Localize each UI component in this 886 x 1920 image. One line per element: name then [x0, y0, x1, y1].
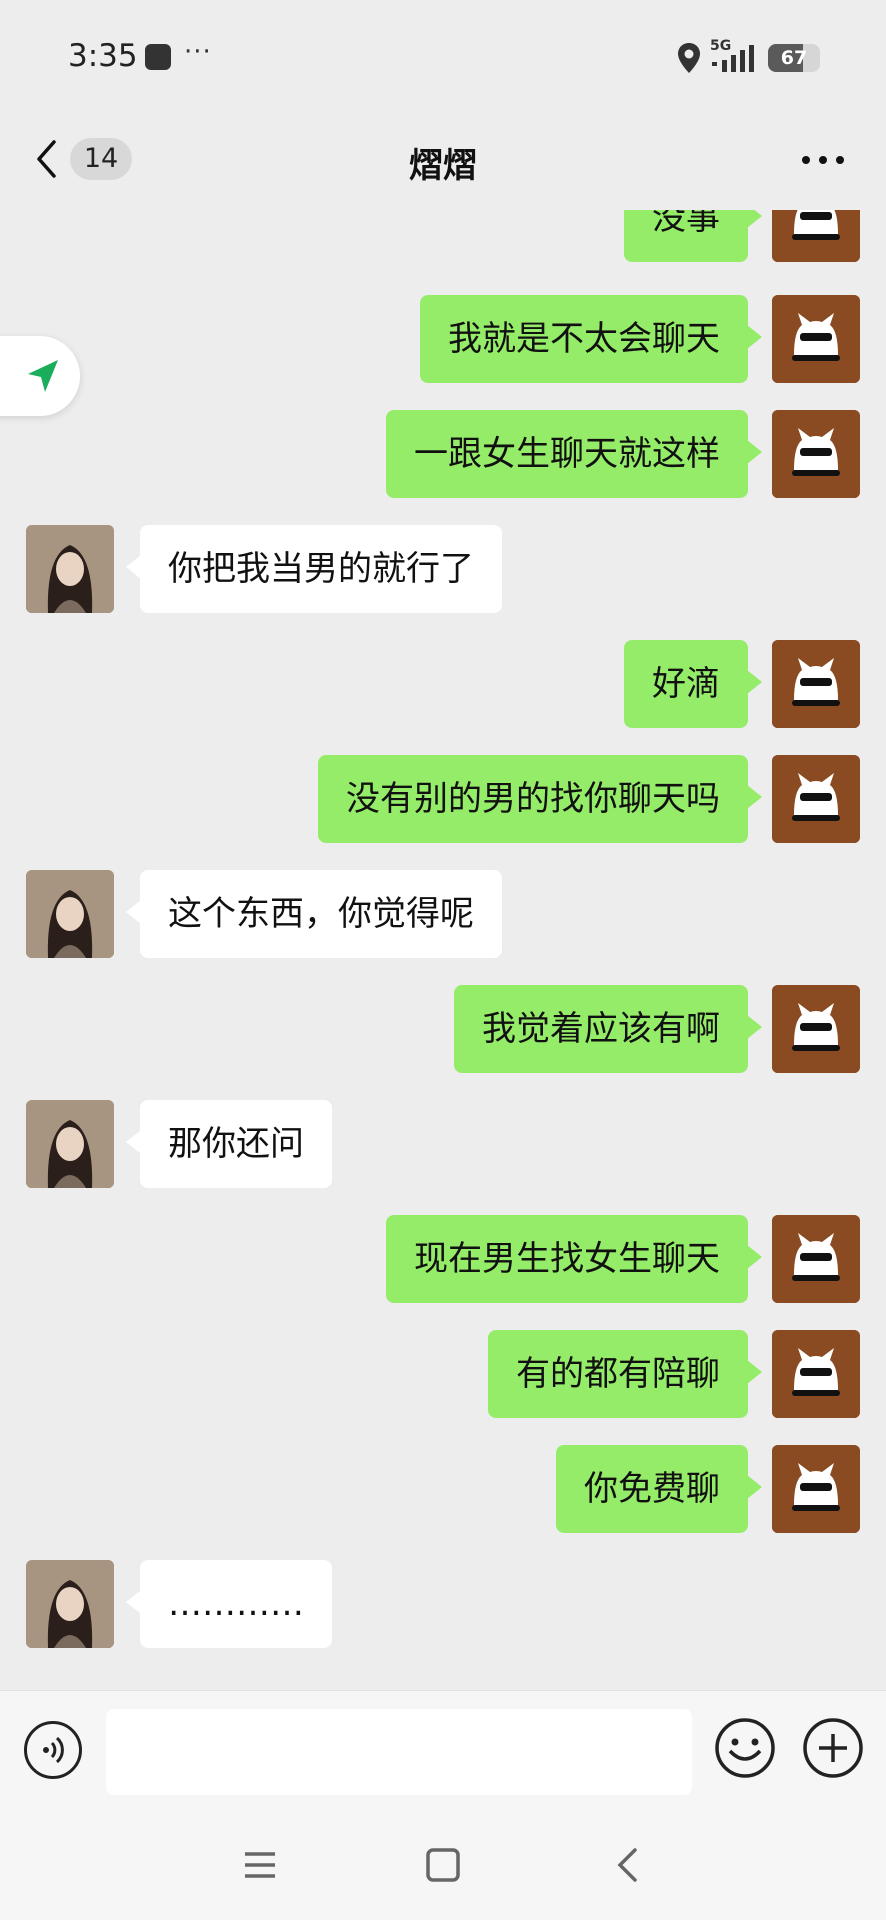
avatar[interactable] — [26, 1560, 114, 1648]
message-bubble[interactable]: 你免费聊 — [556, 1445, 762, 1533]
chat-title: 熠熠 — [409, 146, 477, 186]
signal-icon — [712, 45, 754, 72]
avatar[interactable] — [26, 525, 114, 613]
avatar[interactable] — [772, 1445, 860, 1533]
avatar[interactable] — [772, 640, 860, 728]
message-row-sent: 没有别的男的找你聊天吗 — [0, 755, 886, 843]
message-row-sent: 你免费聊 — [0, 1445, 886, 1533]
message-row-received: ………… — [0, 1560, 886, 1648]
message-bubble[interactable]: 有的都有陪聊 — [488, 1330, 762, 1418]
home-nav-button[interactable] — [418, 1840, 468, 1890]
back-nav-button[interactable] — [603, 1840, 653, 1890]
avatar[interactable] — [772, 985, 860, 1073]
message-row-received: 你把我当男的就行了 — [0, 525, 886, 613]
status-time: 3:35 — [68, 38, 138, 74]
avatar[interactable] — [772, 755, 860, 843]
message-row-sent: 一跟女生聊天就这样 — [0, 410, 886, 498]
message-bubble[interactable]: ………… — [126, 1560, 332, 1648]
avatar[interactable] — [772, 295, 860, 383]
location-arrow-icon — [28, 360, 58, 392]
message-row-sent: 我就是不太会聊天 — [0, 295, 886, 383]
message-row-sent: 没事 — [0, 210, 886, 262]
battery-icon: 67 — [768, 44, 820, 72]
input-bar — [0, 1690, 886, 1811]
emoji-button[interactable] — [714, 1717, 776, 1779]
message-bubble[interactable]: 好滴 — [624, 640, 762, 728]
message-row-sent: 好滴 — [0, 640, 886, 728]
message-bubble[interactable]: 我就是不太会聊天 — [420, 295, 762, 383]
message-row-received: 这个东西，你觉得呢 — [0, 870, 886, 958]
more-notifications-icon: ··· — [184, 37, 212, 67]
notification-icon — [145, 44, 171, 70]
message-row-sent: 现在男生找女生聊天 — [0, 1215, 886, 1303]
message-bubble[interactable]: 没事 — [624, 210, 762, 262]
voice-button[interactable] — [24, 1721, 82, 1779]
more-button[interactable] — [798, 140, 848, 180]
chat-header: 14 熠熠 — [0, 110, 886, 210]
message-row-sent: 有的都有陪聊 — [0, 1330, 886, 1418]
message-bubble[interactable]: 你把我当男的就行了 — [126, 525, 502, 613]
message-bubble[interactable]: 没有别的男的找你聊天吗 — [318, 755, 762, 843]
message-bubble[interactable]: 现在男生找女生聊天 — [386, 1215, 762, 1303]
message-row-received: 那你还问 — [0, 1100, 886, 1188]
avatar[interactable] — [772, 1215, 860, 1303]
battery-level: 67 — [780, 47, 808, 69]
message-list[interactable]: 没事我就是不太会聊天一跟女生聊天就这样你把我当男的就行了好滴没有别的男的找你聊天… — [0, 210, 886, 1690]
avatar[interactable] — [26, 1100, 114, 1188]
more-functions-button[interactable] — [802, 1717, 864, 1779]
message-bubble[interactable]: 这个东西，你觉得呢 — [126, 870, 502, 958]
message-bubble[interactable]: 一跟女生聊天就这样 — [386, 410, 762, 498]
message-bubble[interactable]: 我觉着应该有啊 — [454, 985, 762, 1073]
menu-nav-button[interactable] — [235, 1840, 285, 1890]
status-bar: 3:35 ··· 5G 67 — [0, 0, 886, 110]
system-navigation-bar — [0, 1810, 886, 1920]
avatar[interactable] — [26, 870, 114, 958]
message-bubble[interactable]: 那你还问 — [126, 1100, 332, 1188]
location-status-icon — [678, 43, 700, 73]
message-input[interactable] — [106, 1709, 692, 1795]
message-row-sent: 我觉着应该有啊 — [0, 985, 886, 1073]
avatar[interactable] — [772, 1330, 860, 1418]
location-share-button[interactable] — [0, 336, 80, 416]
avatar[interactable] — [772, 410, 860, 498]
avatar[interactable] — [772, 210, 860, 262]
